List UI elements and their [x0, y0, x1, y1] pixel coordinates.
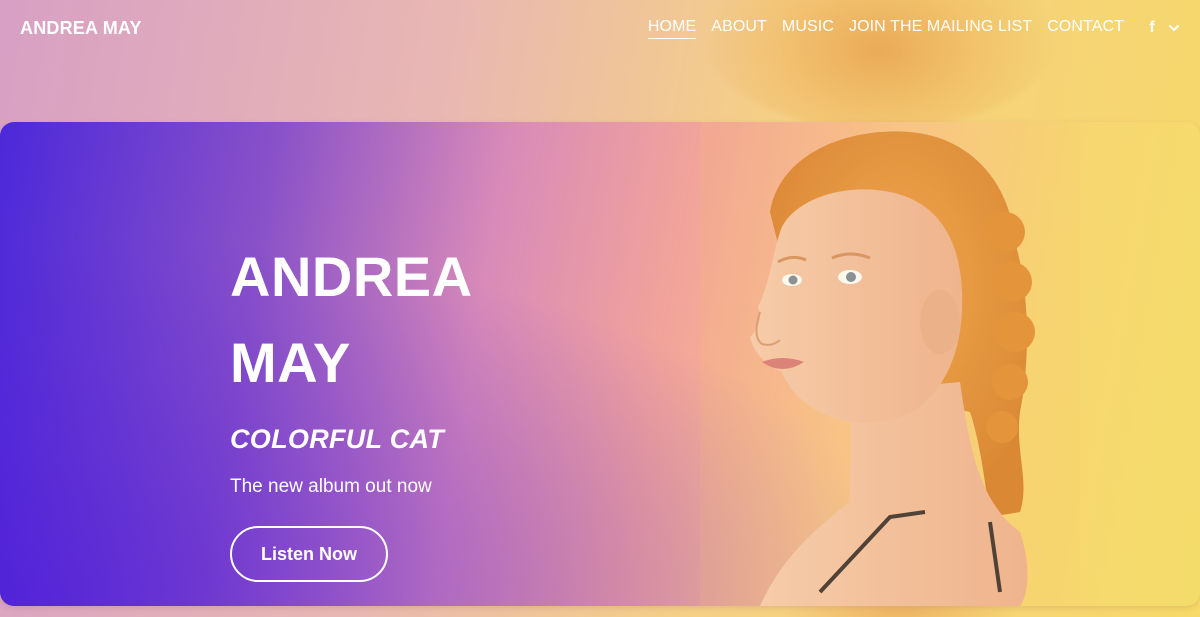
nav-item-music[interactable]: MUSIC	[782, 18, 834, 38]
listen-now-button[interactable]: Listen Now	[230, 526, 388, 582]
album-title: COLORFUL CAT	[230, 424, 445, 454]
site-logo[interactable]: ANDREA MAY	[20, 18, 142, 39]
album-tagline: The new album out now	[230, 476, 432, 497]
main-nav: HOME ABOUT MUSIC JOIN THE MAILING LIST C…	[633, 18, 1180, 39]
facebook-icon[interactable]: f	[1146, 19, 1158, 37]
social-links: f	[1146, 19, 1180, 37]
nav-item-home[interactable]: HOME	[647, 18, 697, 39]
nav-item-contact[interactable]: CONTACT	[1047, 18, 1124, 38]
hero-title: ANDREA MAY	[230, 234, 630, 406]
site-header: ANDREA MAY HOME ABOUT MUSIC JOIN THE MAI…	[0, 0, 1200, 56]
chevron-down-icon[interactable]	[1168, 22, 1180, 34]
artist-portrait	[700, 122, 1080, 606]
nav-item-about[interactable]: ABOUT	[711, 18, 767, 38]
hero-title-line-1: ANDREA	[230, 245, 473, 308]
hero-title-line-2: MAY	[230, 331, 351, 394]
nav-item-mailing-list[interactable]: JOIN THE MAILING LIST	[849, 18, 1032, 38]
hero-banner: ANDREA MAY COLORFUL CAT The new album ou…	[0, 122, 1200, 606]
